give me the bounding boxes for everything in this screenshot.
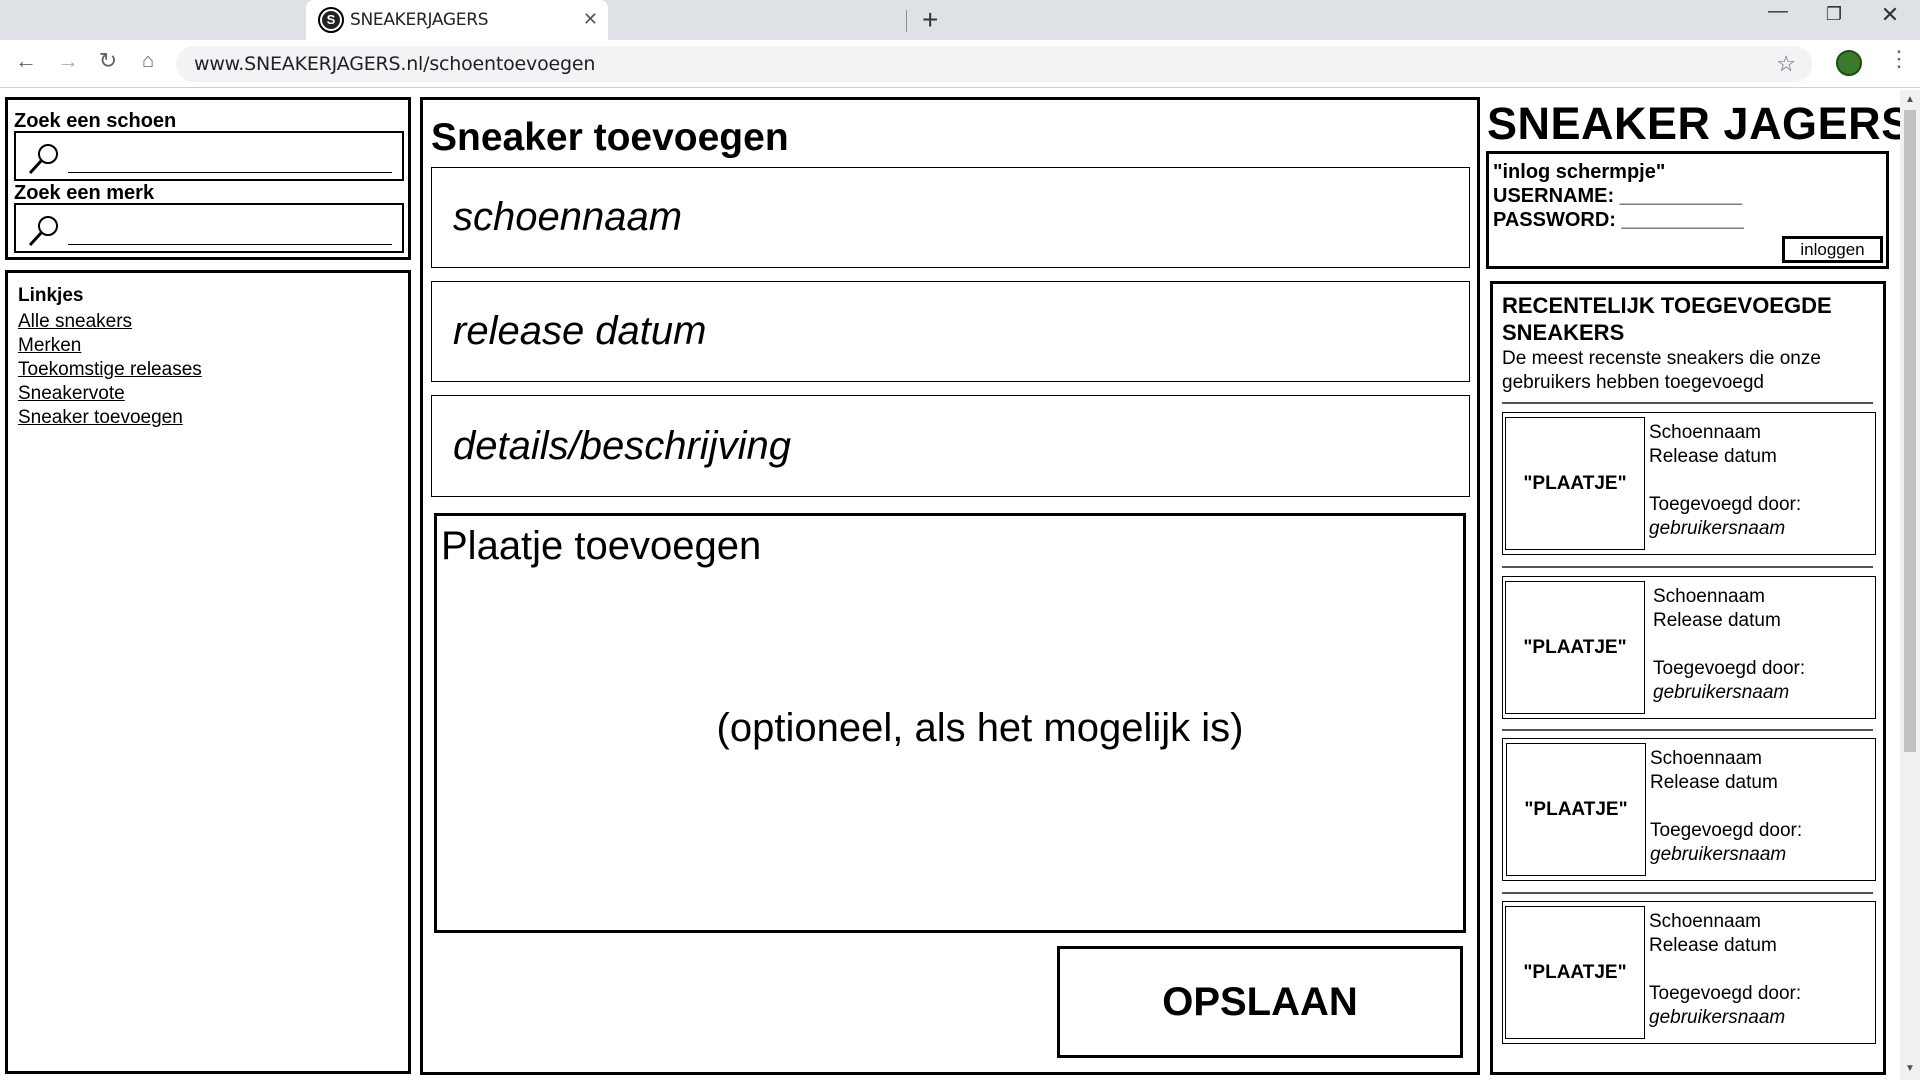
description-field[interactable]: details/beschrijving <box>431 395 1470 497</box>
browser-tab-bar: S SNEAKERJAGERS ✕ + — ❐ ✕ <box>0 0 1920 40</box>
sneaker-release-date: Release datum <box>1649 935 1777 956</box>
sneaker-image-placeholder: "PLAATJE" <box>1505 417 1645 550</box>
links-title: Linkjes <box>18 285 84 306</box>
links-panel: Linkjes Alle sneakers Merken Toekomstige… <box>5 270 411 1074</box>
scroll-up-arrow-icon[interactable]: ▲ <box>1905 94 1915 105</box>
sneaker-release-date: Release datum <box>1649 446 1777 467</box>
new-tab-icon[interactable]: + <box>922 4 938 36</box>
address-bar[interactable]: www.SNEAKERJAGERS.nl/schoentoevoegen ☆ <box>176 46 1812 82</box>
sneaker-name: Schoennaam <box>1649 422 1761 443</box>
added-by-user: gebruikersnaam <box>1653 682 1790 703</box>
page-title: Sneaker toevoegen <box>431 116 789 159</box>
sneaker-release-date: Release datum <box>1653 610 1781 631</box>
sneaker-image-placeholder: "PLAATJE" <box>1505 906 1645 1039</box>
recent-sneakers-panel: RECENTELIJK TOEGEVOEGDE SNEAKERS De mees… <box>1490 281 1886 1075</box>
extension-icon[interactable] <box>1836 50 1862 76</box>
sneaker-card-text: Schoennaam Release datum Toegevoegd door… <box>1650 747 1802 867</box>
home-icon[interactable]: ⌂ <box>134 50 162 73</box>
added-by-user: gebruikersnaam <box>1650 844 1787 865</box>
sneaker-image-placeholder: "PLAATJE" <box>1505 581 1645 714</box>
shoe-search-input[interactable] <box>14 131 404 181</box>
sneaker-card-text: Schoennaam Release datum Toegevoegd door… <box>1653 585 1805 705</box>
divider <box>1502 402 1873 404</box>
login-button[interactable]: inloggen <box>1782 236 1883 263</box>
sneaker-card[interactable]: "PLAATJE" Schoennaam Release datum Toege… <box>1502 412 1876 555</box>
browser-toolbar: ← → ↻ ⌂ www.SNEAKERJAGERS.nl/schoentoevo… <box>0 40 1920 88</box>
link-toekomstige-releases[interactable]: Toekomstige releases <box>18 359 202 381</box>
search-panel: Zoek een schoen Zoek een merk <box>5 97 411 260</box>
sneaker-image-placeholder: "PLAATJE" <box>1506 743 1646 876</box>
site-favicon-icon: S <box>318 7 344 33</box>
sneaker-release-date: Release datum <box>1650 772 1778 793</box>
added-by-label: Toegevoegd door: <box>1650 820 1803 841</box>
page-scrollbar[interactable]: ▲ ▼ <box>1900 90 1920 1080</box>
sneaker-name: Schoennaam <box>1653 586 1765 607</box>
link-sneaker-toevoegen[interactable]: Sneaker toevoegen <box>18 407 183 429</box>
search-icon <box>28 144 58 175</box>
restore-icon[interactable]: ❐ <box>1806 4 1862 25</box>
save-button[interactable]: OPSLAAN <box>1057 946 1463 1058</box>
tab-close-icon[interactable]: ✕ <box>583 9 598 30</box>
url-text: www.SNEAKERJAGERS.nl/schoentoevoegen <box>194 53 596 75</box>
tab-title: SNEAKERJAGERS <box>350 10 489 30</box>
minimize-icon[interactable]: — <box>1750 0 1806 23</box>
image-upload-area[interactable]: Plaatje toevoegen (optioneel, als het mo… <box>434 513 1466 933</box>
link-alle-sneakers[interactable]: Alle sneakers <box>18 311 132 333</box>
release-date-field[interactable]: release datum <box>431 281 1470 382</box>
sneaker-name: Schoennaam <box>1650 748 1762 769</box>
link-merken[interactable]: Merken <box>18 335 81 357</box>
sneaker-name: Schoennaam <box>1649 911 1761 932</box>
brand-search-label: Zoek een merk <box>14 182 155 204</box>
tab-separator <box>906 10 907 32</box>
sneaker-card-text: Schoennaam Release datum Toegevoegd door… <box>1649 421 1801 541</box>
search-icon <box>28 216 58 247</box>
sneaker-card[interactable]: "PLAATJE" Schoennaam Release datum Toege… <box>1502 901 1876 1044</box>
link-sneakervote[interactable]: Sneakervote <box>18 383 125 405</box>
login-title: "inlog schermpje" <box>1493 161 1666 183</box>
input-underline <box>68 172 392 173</box>
forward-arrow-icon[interactable]: → <box>54 48 82 74</box>
added-by-user: gebruikersnaam <box>1649 1007 1786 1028</box>
divider <box>1502 892 1873 894</box>
site-brand: SNEAKER JAGERS <box>1487 98 1912 149</box>
scroll-thumb[interactable] <box>1904 110 1916 752</box>
recent-description: De meest recenste sneakers die onze gebr… <box>1502 348 1821 393</box>
added-by-label: Toegevoegd door: <box>1649 983 1802 1004</box>
shoe-name-field[interactable]: schoennaam <box>431 167 1470 268</box>
reload-icon[interactable]: ↻ <box>94 48 122 74</box>
username-field[interactable]: USERNAME: ___________ <box>1493 185 1742 208</box>
sneaker-card-text: Schoennaam Release datum Toegevoegd door… <box>1649 910 1801 1030</box>
added-by-label: Toegevoegd door: <box>1649 494 1802 515</box>
input-underline <box>68 244 392 245</box>
bookmark-star-icon[interactable]: ☆ <box>1776 51 1796 77</box>
image-upload-note: (optioneel, als het mogelijk is) <box>716 706 1244 750</box>
sneaker-card[interactable]: "PLAATJE" Schoennaam Release datum Toege… <box>1502 576 1876 719</box>
window-close-icon[interactable]: ✕ <box>1862 2 1918 28</box>
added-by-label: Toegevoegd door: <box>1653 658 1806 679</box>
scroll-down-arrow-icon[interactable]: ▼ <box>1905 1063 1915 1074</box>
add-sneaker-form: Sneaker toevoegen schoennaam release dat… <box>420 97 1480 1075</box>
back-arrow-icon[interactable]: ← <box>12 48 40 74</box>
divider <box>1502 566 1873 568</box>
shoe-search-label: Zoek een schoen <box>14 110 177 132</box>
browser-tab[interactable]: S SNEAKERJAGERS ✕ <box>306 0 608 40</box>
login-panel: "inlog schermpje" USERNAME: ___________ … <box>1486 151 1889 269</box>
divider <box>1502 729 1873 731</box>
sneaker-card[interactable]: "PLAATJE" Schoennaam Release datum Toege… <box>1502 738 1876 881</box>
image-upload-title: Plaatje toevoegen <box>441 524 762 568</box>
password-field[interactable]: PASSWORD: ___________ <box>1493 209 1744 232</box>
recent-title: RECENTELIJK TOEGEVOEGDE SNEAKERS <box>1502 293 1832 345</box>
menu-dots-icon[interactable]: ⋮ <box>1888 46 1910 72</box>
brand-search-input[interactable] <box>14 203 404 253</box>
added-by-user: gebruikersnaam <box>1649 518 1786 539</box>
